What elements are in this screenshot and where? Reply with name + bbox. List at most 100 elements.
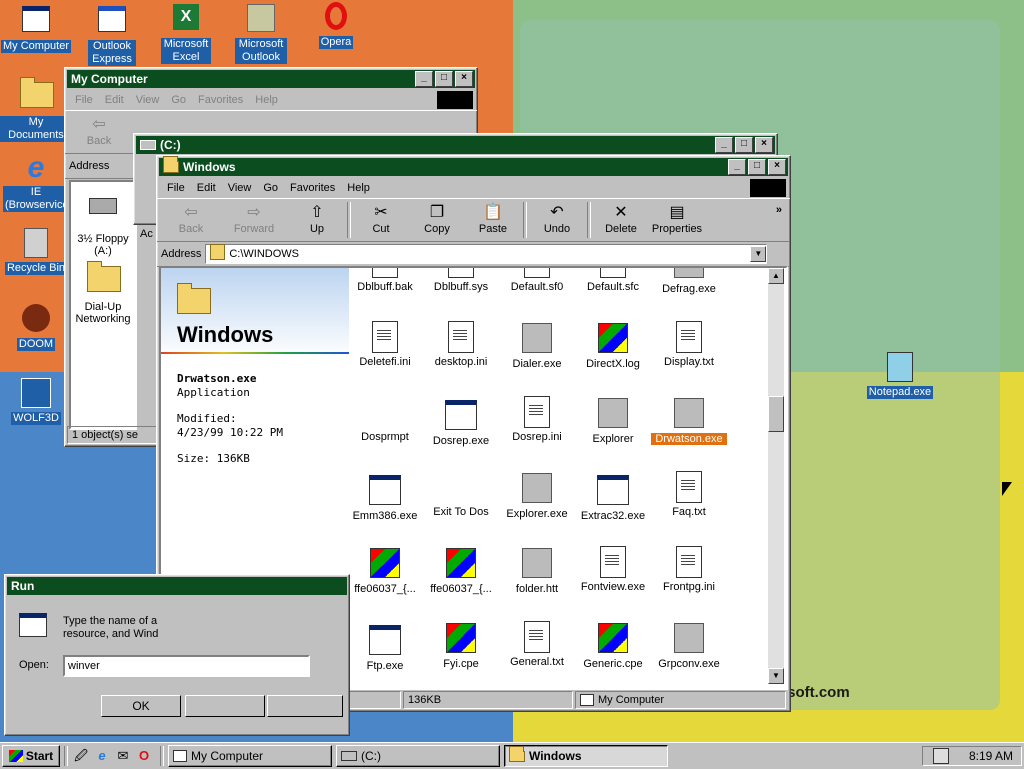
run-ok-button[interactable]: OK (101, 695, 181, 717)
vertical-scrollbar[interactable]: ▲ ▼ (768, 268, 784, 684)
menu-favorites[interactable]: Favorites (192, 94, 249, 106)
undo-button[interactable]: ↶ Undo (529, 199, 585, 235)
menu-help[interactable]: Help (341, 182, 376, 194)
taskbar-button-c-drive[interactable]: (C:) (336, 745, 500, 767)
file-icon[interactable]: ffe06037_{... (423, 546, 499, 595)
run-titlebar[interactable]: Run (7, 577, 347, 595)
menu-go[interactable]: Go (257, 182, 284, 194)
address-dropdown-button[interactable]: ▼ (750, 246, 767, 262)
opera-icon[interactable]: O (135, 747, 153, 765)
file-icon[interactable]: Fyi.cpe (423, 621, 499, 670)
clock[interactable]: 8:19 AM (969, 749, 1013, 763)
desktop-icon-excel[interactable]: X Microsoft Excel (150, 2, 222, 64)
maximize-button[interactable]: □ (748, 159, 766, 175)
file-icon[interactable]: Extrac32.exe (575, 471, 651, 522)
desktop-icon-outlook[interactable]: Microsoft Outlook (225, 2, 297, 64)
file-icon[interactable]: Dblbuff.bak (347, 268, 423, 293)
file-icon[interactable]: Default.sf0 (499, 268, 575, 293)
address-input[interactable]: C:\WINDOWS ▼ (205, 243, 768, 264)
file-icon[interactable]: DirectX.log (575, 321, 651, 370)
close-button[interactable]: × (455, 71, 473, 87)
file-icon[interactable]: Dosrep.ini (499, 396, 575, 443)
close-button[interactable]: × (768, 159, 786, 175)
delete-button[interactable]: ✕ Delete (593, 199, 649, 235)
minimize-button[interactable]: _ (415, 71, 433, 87)
tray-app-icon[interactable] (932, 748, 949, 764)
paste-button[interactable]: 📋 Paste (465, 199, 521, 235)
file-icon[interactable]: Dblbuff.sys (423, 268, 499, 293)
scroll-up-button[interactable]: ▲ (768, 268, 784, 284)
file-icon[interactable]: Defrag.exe (651, 268, 727, 295)
maximize-button[interactable]: □ (435, 71, 453, 87)
file-icon[interactable]: Frontpg.ini (651, 546, 727, 593)
menu-edit[interactable]: Edit (191, 182, 222, 194)
file-icon[interactable]: Ftp.exe (347, 621, 423, 672)
desktop-icon-outlook-express[interactable]: Outlook Express (76, 2, 148, 66)
file-icon[interactable]: Explorer (575, 396, 651, 445)
c-drive-titlebar[interactable]: (C:) _ □ × (136, 136, 775, 154)
ie-icon[interactable]: e (93, 747, 111, 765)
scroll-down-button[interactable]: ▼ (768, 668, 784, 684)
file-icon[interactable]: ffe06037_{... (347, 546, 423, 595)
file-icon-floppy[interactable]: 3½ Floppy (A:) (65, 188, 141, 257)
toolbar-overflow-chevron-icon[interactable]: » (776, 204, 782, 216)
file-icon[interactable]: desktop.ini (423, 321, 499, 368)
forward-button[interactable]: ⇨ Forward (219, 199, 289, 235)
file-icon[interactable]: Faq.txt (651, 471, 727, 518)
back-button[interactable]: ⇦ Back (163, 199, 219, 235)
start-button[interactable]: Start (2, 745, 60, 767)
taskbar-button-my-computer[interactable]: My Computer (168, 745, 332, 767)
menu-view[interactable]: View (222, 182, 258, 194)
desktop-icon-my-documents[interactable]: My Documents (0, 77, 72, 142)
file-icon[interactable]: Dialer.exe (499, 321, 575, 370)
file-icon[interactable]: Fontview.exe (575, 546, 651, 593)
file-icon[interactable]: Default.sfc (575, 268, 651, 293)
run-cancel-button[interactable] (185, 695, 265, 717)
up-button[interactable]: ⇧ Up (289, 199, 345, 235)
file-icon[interactable]: General.txt (499, 621, 575, 668)
run-browse-button[interactable] (267, 695, 343, 717)
desktop-icon-recycle-bin[interactable]: Recycle Bin (0, 226, 72, 275)
menu-file[interactable]: File (161, 182, 191, 194)
menu-go[interactable]: Go (165, 94, 192, 106)
close-button[interactable]: × (755, 137, 773, 153)
file-icon[interactable]: Display.txt (651, 321, 727, 368)
desktop-icon-opera[interactable]: Opera (300, 2, 372, 49)
properties-button[interactable]: ▤ Properties (649, 199, 705, 235)
file-icon[interactable]: Explorer.exe (499, 471, 575, 520)
desktop-icon-wolf3d[interactable]: WOLF3D (0, 376, 72, 425)
taskbar-button-windows[interactable]: Windows (504, 745, 668, 767)
my-computer-titlebar[interactable]: My Computer _ □ × (67, 70, 475, 88)
minimize-button[interactable]: _ (715, 137, 733, 153)
desktop-icon-my-computer[interactable]: My Computer (0, 2, 72, 53)
desktop-icon-notepad[interactable]: Notepad.exe (864, 350, 936, 399)
menu-edit[interactable]: Edit (99, 94, 130, 106)
show-desktop-icon[interactable]: 🖉 (72, 747, 90, 765)
file-icon[interactable]: Drwatson.exe (651, 396, 727, 445)
file-icon[interactable]: folder.htt (499, 546, 575, 595)
file-icon[interactable]: Dosprmpt (347, 396, 423, 443)
minimize-button[interactable]: _ (728, 159, 746, 175)
menu-view[interactable]: View (130, 94, 166, 106)
desktop-icon-doom[interactable]: DOOM (0, 302, 72, 351)
file-icon[interactable]: Emm386.exe (347, 471, 423, 522)
back-button[interactable]: ⇦ Back (71, 111, 127, 147)
file-icon[interactable]: Grpconv.exe (651, 621, 727, 670)
desktop-icon-ie[interactable]: e IE (Browservice) (0, 152, 72, 212)
menu-favorites[interactable]: Favorites (284, 182, 341, 194)
file-icon-dialup[interactable]: Dial-Up Networking (65, 261, 141, 325)
file-icon[interactable]: Deletefi.ini (347, 321, 423, 368)
copy-button[interactable]: ❐ Copy (409, 199, 465, 235)
menu-file[interactable]: File (69, 94, 99, 106)
windows-titlebar[interactable]: Windows _ □ × (159, 156, 788, 176)
cut-button[interactable]: ✂ Cut (353, 199, 409, 235)
file-icon[interactable]: Dosrep.exe (423, 396, 499, 447)
maximize-button[interactable]: □ (735, 137, 753, 153)
menu-help[interactable]: Help (249, 94, 284, 106)
file-icon[interactable]: Exit To Dos (423, 471, 499, 518)
file-icon[interactable]: Generic.cpe (575, 621, 651, 670)
scroll-thumb[interactable] (768, 396, 784, 432)
run-dialog[interactable]: Run Type the name of a resource, and Win… (4, 574, 350, 736)
run-open-input[interactable]: winver (63, 655, 310, 677)
outlook-express-icon[interactable]: ✉ (114, 747, 132, 765)
